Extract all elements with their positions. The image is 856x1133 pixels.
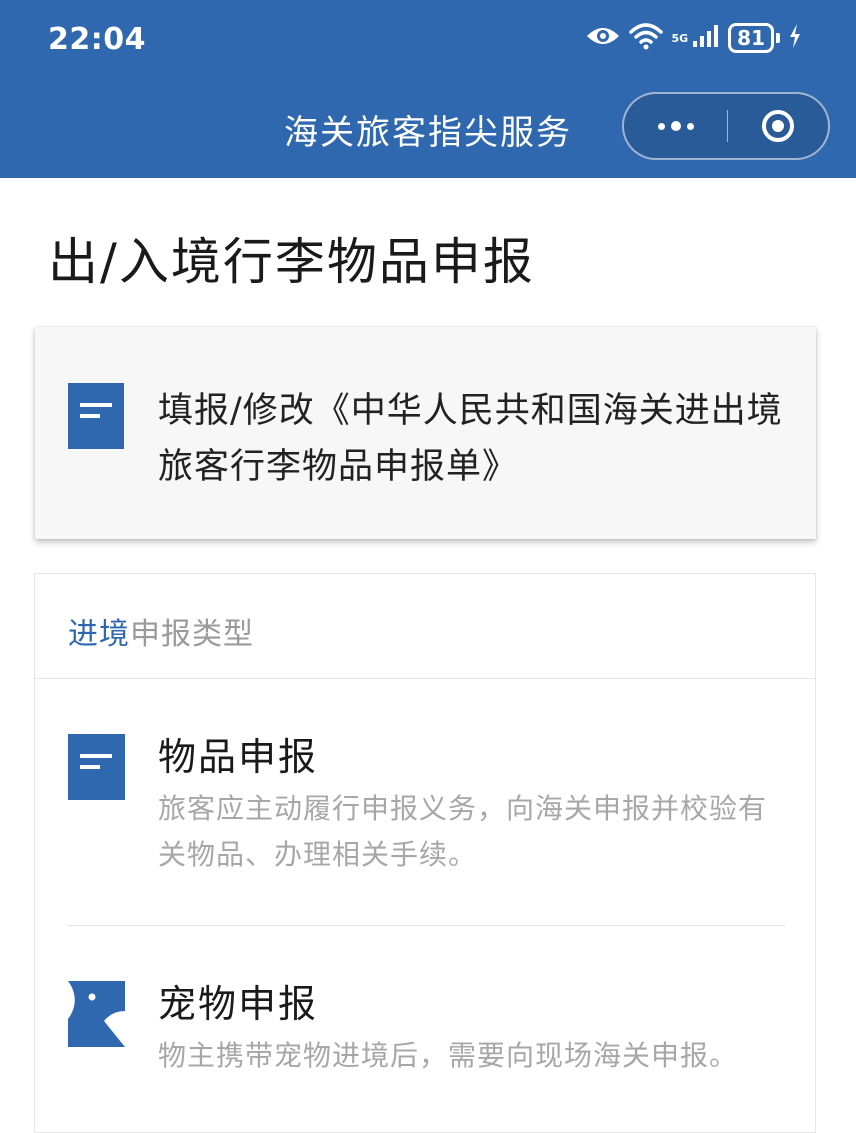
miniprogram-close-icon[interactable] (728, 94, 828, 158)
eye-icon (585, 24, 621, 52)
signal-icon (692, 24, 720, 52)
battery-level: 81 (728, 23, 774, 53)
section-header: 进境申报类型 (68, 609, 254, 653)
document-icon (68, 734, 125, 800)
section-header-highlight: 进境 (68, 617, 130, 652)
document-icon (68, 383, 124, 449)
network-5g-label: 5G (671, 31, 689, 45)
pet-declaration-title: 宠物申报 (158, 982, 319, 1026)
battery-icon: 81 (728, 23, 780, 53)
status-time: 22:04 (48, 22, 146, 57)
goods-declaration-desc: 旅客应主动履行申报义务，向海关申报并校验有关物品、办理相关手续。 (158, 792, 768, 871)
miniprogram-capsule (622, 92, 830, 160)
goods-declaration-title: 物品申报 (158, 735, 319, 779)
divider (67, 925, 785, 926)
page-title: 出/入境行李物品申报 (48, 233, 535, 291)
section-header-rest: 申报类型 (130, 617, 254, 652)
entry-declaration-types: 进境申报类型 物品申报 旅客应主动履行申报义务，向海关申报并校验有关物品、办理相… (34, 573, 816, 1133)
charging-icon (788, 23, 802, 53)
goods-declaration-item[interactable]: 物品申报 旅客应主动履行申报义务，向海关申报并校验有关物品、办理相关手续。 (68, 726, 788, 886)
divider (35, 678, 815, 679)
declaration-form-card[interactable]: 填报/修改《中华人民共和国海关进出境旅客行李物品申报单》 (35, 327, 816, 539)
pet-icon (68, 981, 125, 1047)
declaration-form-link-text: 填报/修改《中华人民共和国海关进出境旅客行李物品申报单》 (158, 391, 783, 487)
pet-declaration-desc: 物主携带宠物进境后，需要向现场海关申报。 (158, 1039, 739, 1072)
app-header: 22:04 5G 81 海关旅客指尖服务 (0, 0, 856, 178)
status-icons: 5G 81 (585, 22, 802, 54)
pet-declaration-item[interactable]: 宠物申报 物主携带宠物进境后，需要向现场海关申报。 (68, 973, 788, 1093)
more-dots-icon[interactable] (624, 94, 727, 158)
wifi-icon (629, 22, 664, 54)
